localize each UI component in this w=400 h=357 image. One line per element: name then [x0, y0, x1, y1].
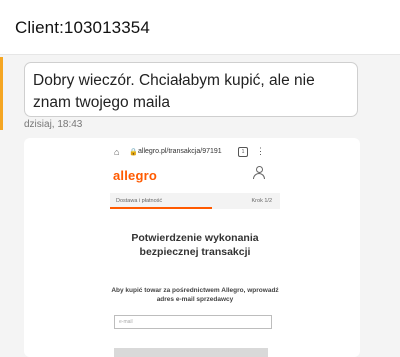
submit-button	[114, 348, 268, 357]
message-timestamp: dzisiaj, 18:43	[24, 119, 83, 130]
home-icon: ⌂	[114, 147, 120, 157]
checkout-step-bar: Dostawa i płatność Krok 1/2	[110, 193, 280, 209]
tabs-icon: 1	[238, 147, 248, 157]
lock-icon: 🔒	[129, 149, 138, 156]
message-bubble: Dobry wieczór. Chciałabym kupić, ale nie…	[24, 62, 358, 117]
more-icon: ⋮	[256, 146, 265, 156]
step-count: Krok 1/2	[251, 198, 272, 204]
image-attachment[interactable]: ⌂ 🔒 allegro.pl/transakcja/97191 1 ⋮ alle…	[24, 138, 360, 357]
allegro-logo: allegro	[113, 168, 158, 183]
user-icon	[253, 166, 265, 180]
phone-screenshot: ⌂ 🔒 allegro.pl/transakcja/97191 1 ⋮ alle…	[110, 138, 280, 357]
email-field: e-mail	[114, 315, 272, 329]
chat-header: Client:103013354	[0, 0, 400, 55]
message-accent-bar	[0, 57, 3, 130]
url-text: allegro.pl/transakcja/97191	[138, 148, 222, 155]
chat-area[interactable]: Dobry wieczór. Chciałabym kupić, ale nie…	[0, 55, 400, 357]
confirmation-title: Potwierdzenie wykonania bezpiecznej tran…	[131, 232, 259, 258]
browser-url-bar: ⌂ 🔒 allegro.pl/transakcja/97191 1 ⋮	[110, 146, 280, 160]
confirmation-description: Aby kupić towar za pośrednictwem Allegro…	[111, 287, 279, 303]
step-label: Dostawa i płatność	[116, 198, 163, 204]
step-progress-bar	[110, 207, 212, 209]
client-title: Client:103013354	[15, 18, 150, 37]
